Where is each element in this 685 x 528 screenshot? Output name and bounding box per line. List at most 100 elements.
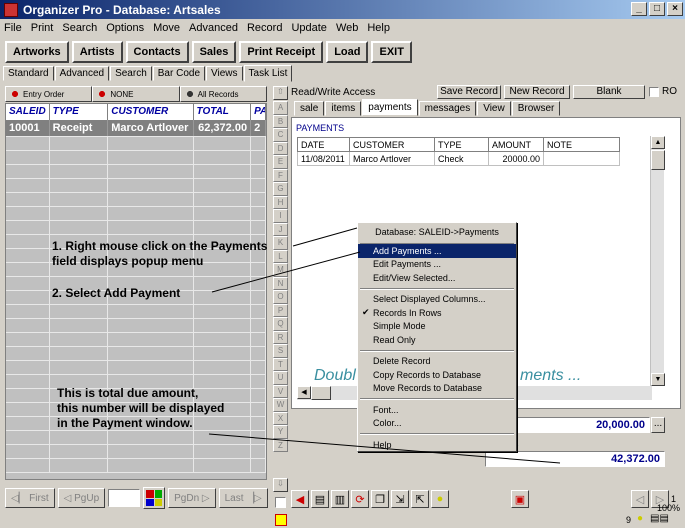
refresh-icon[interactable]: ⟳ [351, 490, 369, 508]
table-row[interactable] [6, 305, 266, 319]
column-header-date[interactable]: DATE [297, 137, 350, 152]
column-header-type[interactable]: TYPE [434, 137, 489, 152]
alphabet-up-button[interactable]: ⇧ [273, 86, 288, 100]
table-row[interactable] [6, 179, 266, 193]
table-row[interactable] [6, 193, 266, 207]
table-row[interactable]: 11/08/2011 Marco Artlover Check 20000.00 [297, 151, 620, 166]
table-row[interactable] [6, 431, 266, 445]
grid-view-icon[interactable] [143, 487, 166, 509]
table-row[interactable] [6, 319, 266, 333]
tab-task-list[interactable]: Task List [243, 65, 293, 82]
tab-search[interactable]: Search [110, 66, 152, 81]
menu-item-read-only[interactable]: Read Only [358, 333, 516, 347]
column-header-saleid[interactable]: SALEID [6, 104, 50, 120]
alphabet-letter[interactable]: R [273, 330, 288, 344]
more-button[interactable]: ... [651, 417, 665, 433]
alphabet-letter[interactable]: G [273, 182, 288, 196]
minimize-button[interactable]: _ [631, 2, 647, 16]
blank-button[interactable]: Blank [573, 85, 645, 99]
menu-item-color[interactable]: Color... [358, 417, 516, 431]
trash-icon[interactable]: ▥ [331, 490, 349, 508]
scroll-down-icon[interactable]: ▼ [651, 373, 665, 386]
first-button[interactable]: ◁▏ First [5, 488, 55, 508]
scroll-thumb[interactable] [311, 386, 331, 400]
menu-item-edit-payments[interactable]: Edit Payments ... [358, 258, 516, 272]
alphabet-letter[interactable]: O [273, 290, 288, 304]
back-arrow-icon[interactable]: ◀ [291, 490, 309, 508]
records-scope-button[interactable]: All Records [179, 86, 267, 102]
alphabet-letter[interactable]: S [273, 344, 288, 358]
artists-button[interactable]: Artists [71, 41, 123, 63]
alphabet-letter[interactable]: J [273, 222, 288, 236]
table-row[interactable] [6, 221, 266, 235]
alphabet-letter[interactable]: W [273, 398, 288, 412]
menu-item-font[interactable]: Font... [358, 403, 516, 417]
alphabet-letter[interactable]: L [273, 249, 288, 263]
payments-vertical-scrollbar[interactable]: ▲ ▼ [650, 136, 665, 386]
exit-button[interactable]: EXIT [371, 41, 412, 63]
menu-advanced[interactable]: Advanced [189, 22, 238, 34]
alphabet-down-button[interactable]: ⇩ [273, 478, 288, 492]
column-header-amount[interactable]: AMOUNT [488, 137, 544, 152]
sort-order-button[interactable]: Entry Order [5, 86, 93, 102]
alphabet-letter[interactable]: T [273, 357, 288, 371]
column-header-customer[interactable]: CUSTOMER [349, 137, 435, 152]
import-icon[interactable]: ⇱ [411, 490, 429, 508]
alphabet-letter[interactable]: Y [273, 425, 288, 439]
table-row[interactable] [6, 361, 266, 375]
alphabet-letter[interactable]: I [273, 209, 288, 223]
menu-item-records-in-rows[interactable]: ✔ Records In Rows [358, 306, 516, 320]
alphabet-letter[interactable]: U [273, 371, 288, 385]
sales-button[interactable]: Sales [191, 41, 237, 63]
table-row[interactable] [6, 347, 266, 361]
maximize-button[interactable]: □ [649, 2, 665, 16]
table-row[interactable] [6, 151, 266, 165]
print-icon[interactable]: ▤ [311, 490, 329, 508]
scroll-left-icon[interactable]: ◀ [297, 386, 311, 399]
alphabet-letter[interactable]: H [273, 195, 288, 209]
tab-browser[interactable]: Browser [511, 101, 561, 116]
table-row[interactable] [6, 165, 266, 179]
column-header-note[interactable]: NOTE [543, 137, 620, 152]
alphabet-checkbox[interactable] [275, 497, 286, 508]
pgup-button[interactable]: ◁ PgUp [57, 488, 106, 508]
copy-icon[interactable]: ❐ [371, 490, 389, 508]
new-record-button[interactable]: New Record [504, 85, 570, 99]
menu-move[interactable]: Move [153, 22, 180, 34]
print-receipt-button[interactable]: Print Receipt [239, 41, 324, 63]
alphabet-letter[interactable]: A [273, 101, 288, 115]
table-row[interactable] [6, 459, 266, 473]
menu-item-select-columns[interactable]: Select Displayed Columns... [358, 293, 516, 307]
column-header-type[interactable]: TYPE [50, 104, 109, 120]
menu-update[interactable]: Update [291, 22, 326, 34]
table-row[interactable] [6, 445, 266, 459]
tab-payments[interactable]: payments [362, 99, 418, 116]
alphabet-letter[interactable]: Z [273, 438, 288, 452]
menu-item-add-payments[interactable]: Add Payments ... [358, 244, 516, 258]
menu-print[interactable]: Print [31, 22, 54, 34]
alphabet-letter[interactable]: C [273, 128, 288, 142]
menu-web[interactable]: Web [336, 22, 358, 34]
report-icon[interactable]: ▣ [511, 490, 529, 508]
alphabet-letter[interactable]: X [273, 411, 288, 425]
alphabet-letter[interactable]: B [273, 114, 288, 128]
column-header-total[interactable]: TOTAL [194, 104, 252, 120]
menu-item-delete-record[interactable]: Delete Record [358, 355, 516, 369]
record-number-input[interactable] [108, 489, 141, 507]
alphabet-letter[interactable]: N [273, 276, 288, 290]
export-icon[interactable]: ⇲ [391, 490, 409, 508]
prev-record-icon[interactable]: ◁ [631, 490, 649, 508]
pgdn-button[interactable]: PgDn ▷ [168, 488, 216, 508]
payments-table[interactable]: DATE CUSTOMER TYPE AMOUNT NOTE 11/08/201… [297, 137, 620, 166]
tab-bar-code[interactable]: Bar Code [152, 66, 206, 81]
menu-item-simple-mode[interactable]: Simple Mode [358, 320, 516, 334]
alphabet-letter[interactable]: Q [273, 317, 288, 331]
alphabet-letter[interactable]: F [273, 168, 288, 182]
menu-options[interactable]: Options [106, 22, 144, 34]
save-record-button[interactable]: Save Record [437, 85, 501, 99]
lightbulb-icon[interactable]: ● [431, 490, 449, 508]
alphabet-letter[interactable]: V [273, 384, 288, 398]
alphabet-letter[interactable]: P [273, 303, 288, 317]
menu-item-help[interactable]: Help [358, 438, 516, 452]
tab-advanced[interactable]: Advanced [54, 66, 110, 81]
